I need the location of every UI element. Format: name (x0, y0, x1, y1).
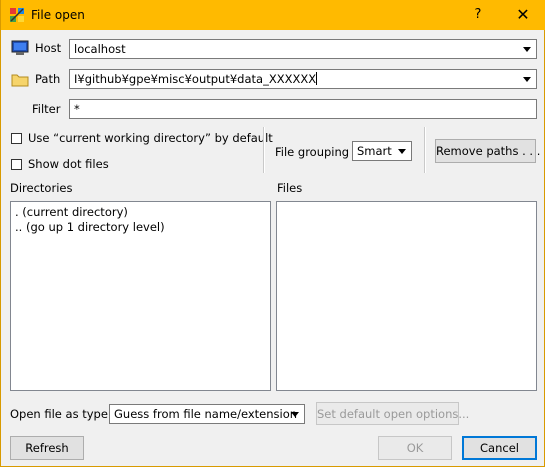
host-value: localhost (74, 42, 126, 56)
ok-button[interactable]: OK (378, 436, 452, 460)
file-grouping-value: Smart (357, 144, 392, 158)
set-default-options-button[interactable]: Set default open options... (316, 402, 470, 425)
show-dot-files-checkbox[interactable] (11, 159, 22, 170)
ok-label: OK (406, 441, 424, 455)
options-separator (424, 127, 426, 173)
show-dot-files-label[interactable]: Show dot files (28, 157, 109, 171)
directories-header: Directories (10, 181, 73, 195)
filter-input[interactable]: * (69, 99, 537, 119)
host-label: Host (35, 41, 62, 55)
host-combobox[interactable]: localhost (69, 39, 537, 59)
open-as-select[interactable]: Guess from file name/extension (109, 404, 305, 424)
open-as-label: Open file as type: (10, 407, 112, 421)
refresh-label: Refresh (25, 441, 69, 455)
file-open-dialog: File open ? ✕ Host localhost Path I¥gith… (0, 0, 545, 467)
file-grouping-select[interactable]: Smart (352, 141, 412, 161)
title-bar[interactable]: File open ? ✕ (1, 0, 545, 30)
options-separator (263, 127, 265, 173)
close-button[interactable]: ✕ (500, 0, 545, 30)
text-caret (316, 72, 318, 85)
remove-paths-label: Remove paths . . . (436, 144, 541, 158)
use-cwd-checkbox[interactable] (11, 133, 22, 144)
list-item[interactable]: . (current directory) (15, 205, 128, 219)
path-value: I¥github¥gpe¥misc¥output¥data_XXXXXX (74, 72, 317, 86)
window-title: File open (31, 8, 85, 22)
set-default-options-label: Set default open options... (317, 407, 470, 421)
open-as-value: Guess from file name/extension (114, 407, 298, 421)
help-button[interactable]: ? (455, 0, 501, 30)
cancel-button[interactable]: Cancel (462, 436, 537, 460)
cancel-label: Cancel (480, 441, 519, 455)
file-grouping-label: File grouping (275, 145, 350, 159)
use-cwd-label[interactable]: Use “current working directory” by defau… (28, 131, 273, 145)
path-combobox[interactable]: I¥github¥gpe¥misc¥output¥data_XXXXXX (69, 69, 537, 89)
filter-value: * (74, 102, 80, 116)
path-label: Path (35, 72, 61, 86)
files-list[interactable] (276, 201, 537, 391)
files-header: Files (277, 181, 303, 195)
chevron-down-icon[interactable] (395, 144, 409, 158)
chevron-down-icon[interactable] (520, 72, 534, 86)
remove-paths-button[interactable]: Remove paths . . . (435, 139, 541, 163)
computer-icon (11, 40, 29, 55)
list-item[interactable]: .. (go up 1 directory level) (15, 220, 165, 234)
app-icon (10, 8, 24, 22)
refresh-button[interactable]: Refresh (10, 436, 84, 460)
chevron-down-icon[interactable] (288, 407, 302, 421)
filter-label: Filter (32, 102, 61, 116)
chevron-down-icon[interactable] (520, 42, 534, 56)
folder-icon (11, 74, 29, 87)
directories-list[interactable]: . (current directory) .. (go up 1 direct… (10, 201, 271, 391)
